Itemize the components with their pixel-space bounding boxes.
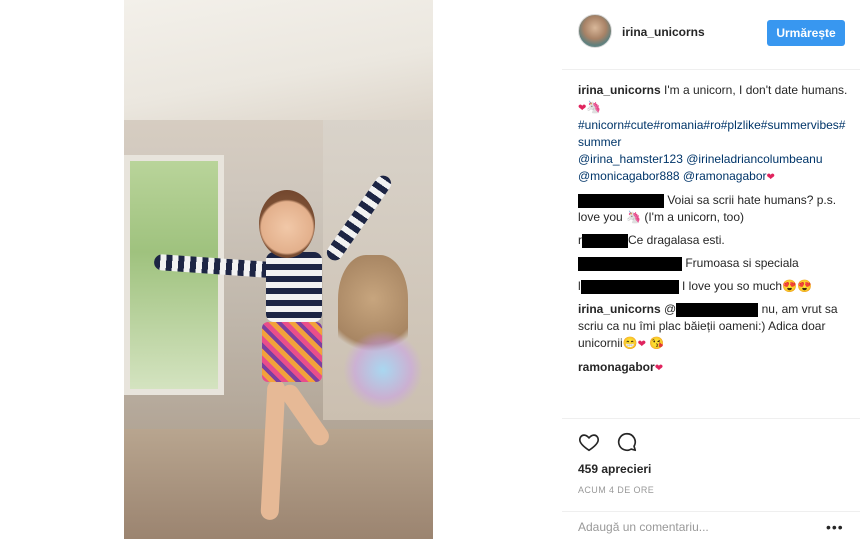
photo-light-glow (343, 330, 423, 410)
caption: irina_unicorns I'm a unicorn, I don't da… (578, 82, 848, 186)
mention-link[interactable]: @irina_hamster123 (578, 152, 683, 166)
photo-window (124, 155, 224, 395)
caption-username[interactable]: irina_unicorns (578, 83, 661, 97)
heart-emoji-icon: ❤ (637, 339, 647, 350)
caption-hashtags[interactable]: #unicorn#cute#romania#ro#plzlike#summerv… (578, 118, 845, 149)
header-username[interactable]: irina_unicorns (622, 25, 705, 39)
comment-text: Frumoasa si speciala (685, 256, 799, 270)
comment-item: irina_unicorns @ nu, am vrut sa scriu ca… (578, 301, 848, 353)
redacted-username (580, 279, 679, 294)
likes-count[interactable]: 459 aprecieri (578, 462, 651, 476)
post-photo[interactable] (124, 0, 433, 539)
mention-link[interactable]: @irineladriancolumbeanu (686, 152, 822, 166)
grin-emoji-icon: 😁 (622, 336, 638, 350)
comment-text-tail: (I'm a unicorn, too) (644, 210, 745, 224)
post-timestamp: ACUM 4 DE ORE (578, 485, 655, 495)
comment-username[interactable]: ramonagabor (578, 360, 655, 374)
mention-link[interactable]: @monicagabor888 (578, 169, 680, 183)
kiss-emoji-icon: 😘 (649, 336, 665, 350)
caption-text: I'm a unicorn, I don't date humans. (664, 83, 848, 97)
post-side-panel: irina_unicorns Urmărește irina_unicorns … (562, 0, 860, 539)
comment-item: ramonagabor❤ (578, 359, 848, 377)
comment-item: Frumoasa si speciala (578, 255, 848, 272)
more-options-icon[interactable]: ••• (826, 519, 844, 535)
redacted-username (578, 193, 664, 208)
photo-striped-top (266, 252, 322, 322)
heart-emoji-icon: ❤ (578, 103, 587, 114)
mention-link[interactable]: @ramonagabor (683, 169, 767, 183)
redacted-username (578, 256, 682, 271)
add-comment-bar: ••• (562, 511, 860, 539)
follow-button[interactable]: Urmărește (767, 20, 845, 46)
redacted-username (582, 233, 628, 248)
comment-item: l I love you so much😍😍 (578, 278, 848, 295)
heart-emoji-icon: ❤ (654, 363, 664, 374)
comments-list: irina_unicorns I'm a unicorn, I don't da… (578, 82, 848, 383)
post-header: irina_unicorns Urmărește (562, 0, 860, 70)
unicorn-emoji-icon: 🦄 (626, 210, 641, 224)
unicorn-emoji-icon: 🦄 (586, 100, 602, 114)
photo-head (259, 190, 315, 258)
comment-item: r Ce dragalasa esti. (578, 232, 848, 249)
comment-username[interactable]: irina_unicorns (578, 302, 661, 316)
heart-emoji-icon: ❤ (766, 172, 775, 183)
heart-eyes-emoji-icon: 😍 (782, 279, 798, 293)
comment-text: Ce dragalasa esti. (628, 233, 725, 247)
heart-outline-icon[interactable] (578, 431, 600, 453)
avatar[interactable] (578, 14, 612, 48)
post-actions: 459 aprecieri ACUM 4 DE ORE ••• (562, 418, 860, 539)
comment-item: Voiai sa scrii hate humans? p.s. love yo… (578, 192, 848, 226)
comment-text: I love you so much (682, 279, 783, 293)
heart-eyes-emoji-icon: 😍 (797, 279, 812, 293)
photo-ceiling (124, 0, 433, 120)
add-comment-input[interactable] (578, 520, 808, 534)
comment-bubble-icon[interactable] (616, 431, 638, 453)
photo-shorts (262, 322, 322, 382)
comment-prefix: @ (664, 302, 677, 316)
redacted-username (676, 302, 759, 317)
